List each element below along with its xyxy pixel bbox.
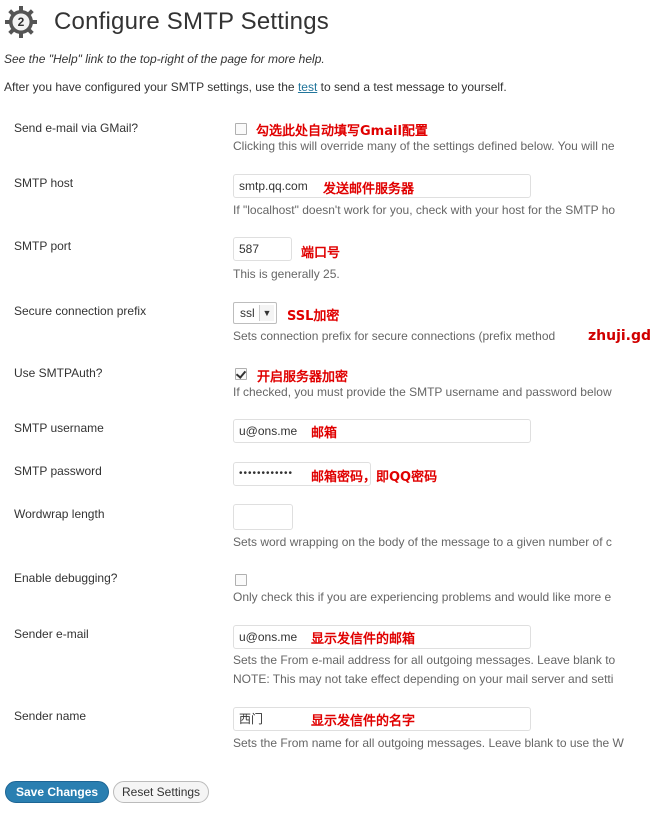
smtp-port-annotation: 端口号 [301, 246, 341, 261]
wordwrap-input[interactable] [233, 504, 293, 530]
intro-after: to send a test message to yourself. [317, 80, 507, 94]
chevron-down-icon: ▼ [259, 305, 274, 321]
sender-email-note: NOTE: This may not take effect depending… [233, 672, 614, 686]
sender-email-annotation: 显示发信件的邮箱 [311, 632, 416, 647]
smtp-host-label: SMTP host [14, 176, 74, 190]
secure-prefix-annotation: SSL加密 [287, 309, 340, 324]
smtp-auth-annotation: 开启服务器加密 [257, 370, 349, 385]
debugging-description: Only check this if you are experiencing … [233, 590, 612, 604]
sender-email-value: u@ons.me [239, 630, 298, 644]
smtp-password-label: SMTP password [14, 464, 102, 478]
sender-name-value: 西门 [239, 712, 264, 726]
smtp-port-value: 587 [239, 242, 260, 256]
debugging-checkbox[interactable] [235, 574, 247, 586]
gmail-description: Clicking this will override many of the … [233, 139, 615, 153]
smtp-port-description: This is generally 25. [233, 267, 340, 281]
debugging-label: Enable debugging? [14, 571, 118, 585]
smtp-auth-description: If checked, you must provide the SMTP us… [233, 385, 612, 399]
secure-prefix-value: ssl [240, 306, 255, 320]
intro-text: After you have configured your SMTP sett… [4, 80, 507, 94]
svg-text:2: 2 [18, 15, 25, 29]
smtp-host-annotation: 发送邮件服务器 [323, 182, 415, 197]
wordwrap-description: Sets word wrapping on the body of the me… [233, 535, 612, 549]
reset-settings-button[interactable]: Reset Settings [113, 781, 210, 803]
smtp-password-annotation: 邮箱密码，即QQ密码 [311, 470, 438, 485]
smtp-port-label: SMTP port [14, 239, 72, 253]
smtp-host-value: smtp.qq.com [239, 179, 308, 193]
smtp-username-annotation: 邮箱 [311, 426, 338, 441]
page-header: 2 Configure SMTP Settings [4, 2, 329, 42]
gmail-annotation: 勾选此处自动填写Gmail配置 [256, 124, 428, 139]
gmail-label: Send e-mail via GMail? [14, 121, 139, 135]
sender-name-label: Sender name [14, 709, 87, 723]
smtp-host-description: If "localhost" doesn't work for you, che… [233, 203, 616, 217]
sender-name-annotation: 显示发信件的名字 [311, 714, 416, 729]
watermark: zhuji.gd [588, 328, 650, 344]
secure-prefix-description: Sets connection prefix for secure connec… [233, 329, 556, 343]
intro-before: After you have configured your SMTP sett… [4, 80, 298, 94]
sender-name-description: Sets the From name for all outgoing mess… [233, 736, 624, 750]
gmail-checkbox[interactable] [235, 123, 247, 135]
smtp-username-label: SMTP username [14, 421, 104, 435]
smtp-auth-checkbox[interactable] [235, 368, 247, 380]
secure-prefix-select[interactable]: ssl ▼ [233, 302, 277, 324]
secure-prefix-label: Secure connection prefix [14, 304, 147, 318]
smtp-auth-label: Use SMTPAuth? [14, 366, 103, 380]
sender-email-label: Sender e-mail [14, 627, 89, 641]
smtp-password-value: •••••••••••• [239, 468, 294, 479]
smtp-port-input[interactable]: 587 [233, 237, 292, 261]
page-title: Configure SMTP Settings [54, 8, 329, 35]
sender-email-description: Sets the From e-mail address for all out… [233, 653, 616, 667]
gear-number-2-icon: 2 [4, 5, 38, 39]
smtp-username-value: u@ons.me [239, 424, 298, 438]
smtp-username-input[interactable]: u@ons.me [233, 419, 531, 443]
test-link[interactable]: test [298, 80, 317, 94]
help-text: See the "Help" link to the top-right of … [4, 52, 325, 66]
save-changes-button[interactable]: Save Changes [5, 781, 110, 803]
wordwrap-label: Wordwrap length [14, 507, 105, 521]
